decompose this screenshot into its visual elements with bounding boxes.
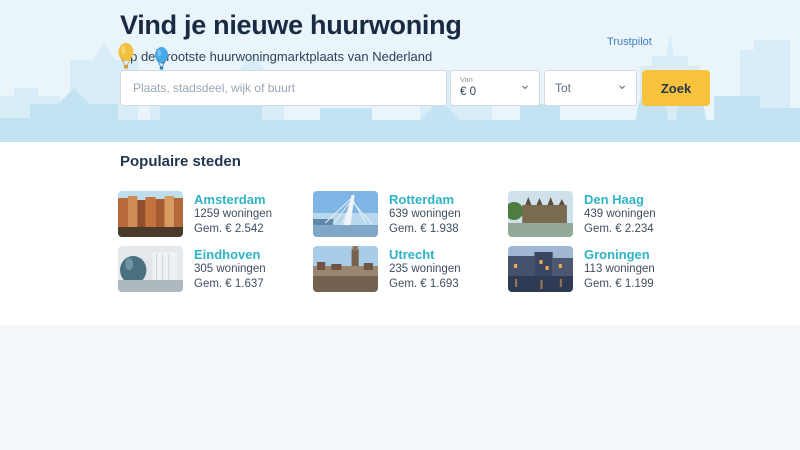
search-submit-button[interactable]: Zoek bbox=[642, 70, 710, 106]
city-card-denhaag[interactable]: Den Haag 439 woningen Gem. € 2.234 bbox=[508, 191, 703, 237]
trustpilot-link[interactable]: Trustpilot bbox=[607, 36, 652, 48]
city-photo-rotterdam[interactable] bbox=[313, 191, 378, 237]
how-it-works-section: Hoe het werkt bbox=[0, 325, 800, 450]
price-to-select[interactable]: Tot ⌄ bbox=[544, 70, 637, 106]
page-title: Vind je nieuwe huurwoning bbox=[120, 10, 462, 41]
city-listings: 235 woningen bbox=[389, 262, 461, 277]
balloon-yellow-icon bbox=[117, 43, 135, 70]
city-card-utrecht[interactable]: Utrecht 235 woningen Gem. € 1.693 bbox=[313, 246, 508, 292]
city-listings: 639 woningen bbox=[389, 207, 461, 222]
city-name[interactable]: Groningen bbox=[584, 247, 655, 262]
city-avg-price: Gem. € 1.637 bbox=[194, 277, 266, 292]
hero-section: Vind je nieuwe huurwoning Op de grootste… bbox=[0, 0, 800, 142]
city-card-rotterdam[interactable]: Rotterdam 639 woningen Gem. € 1.938 bbox=[313, 191, 508, 237]
city-avg-price: Gem. € 1.199 bbox=[584, 277, 655, 292]
city-avg-price: Gem. € 1.693 bbox=[389, 277, 461, 292]
balloon-blue-icon bbox=[154, 47, 169, 71]
price-from-label: Van bbox=[460, 75, 473, 84]
city-photo-amsterdam[interactable] bbox=[118, 191, 183, 237]
search-input[interactable] bbox=[120, 70, 447, 106]
city-name[interactable]: Eindhoven bbox=[194, 247, 266, 262]
price-to-value: Tot bbox=[555, 81, 571, 95]
city-name[interactable]: Den Haag bbox=[584, 192, 656, 207]
city-listings: 305 woningen bbox=[194, 262, 266, 277]
city-avg-price: Gem. € 2.234 bbox=[584, 222, 656, 237]
city-avg-price: Gem. € 1.938 bbox=[389, 222, 461, 237]
city-listings: 1259 woningen bbox=[194, 207, 272, 222]
city-card-amsterdam[interactable]: Amsterdam 1259 woningen Gem. € 2.542 bbox=[118, 191, 313, 237]
page: Vind je nieuwe huurwoning Op de grootste… bbox=[0, 0, 800, 450]
city-listings: 113 woningen bbox=[584, 262, 655, 277]
popular-cities-grid: Amsterdam 1259 woningen Gem. € 2.542 bbox=[118, 191, 703, 292]
city-photo-denhaag[interactable] bbox=[508, 191, 573, 237]
city-listings: 439 woningen bbox=[584, 207, 656, 222]
city-card-groningen[interactable]: Groningen 113 woningen Gem. € 1.199 bbox=[508, 246, 703, 292]
city-photo-groningen[interactable] bbox=[508, 246, 573, 292]
price-from-value: € 0 bbox=[460, 86, 476, 98]
city-photo-utrecht[interactable] bbox=[313, 246, 378, 292]
city-card-eindhoven[interactable]: Eindhoven 305 woningen Gem. € 1.637 bbox=[118, 246, 313, 292]
city-name[interactable]: Rotterdam bbox=[389, 192, 461, 207]
city-name[interactable]: Utrecht bbox=[389, 247, 461, 262]
city-avg-price: Gem. € 2.542 bbox=[194, 222, 272, 237]
city-photo-eindhoven[interactable] bbox=[118, 246, 183, 292]
price-from-select[interactable]: Van € 0 ⌄ bbox=[450, 70, 540, 106]
chevron-down-icon: ⌄ bbox=[519, 77, 531, 91]
popular-cities-heading: Populaire steden bbox=[120, 153, 241, 170]
chevron-down-icon: ⌄ bbox=[616, 77, 628, 91]
city-name[interactable]: Amsterdam bbox=[194, 192, 272, 207]
